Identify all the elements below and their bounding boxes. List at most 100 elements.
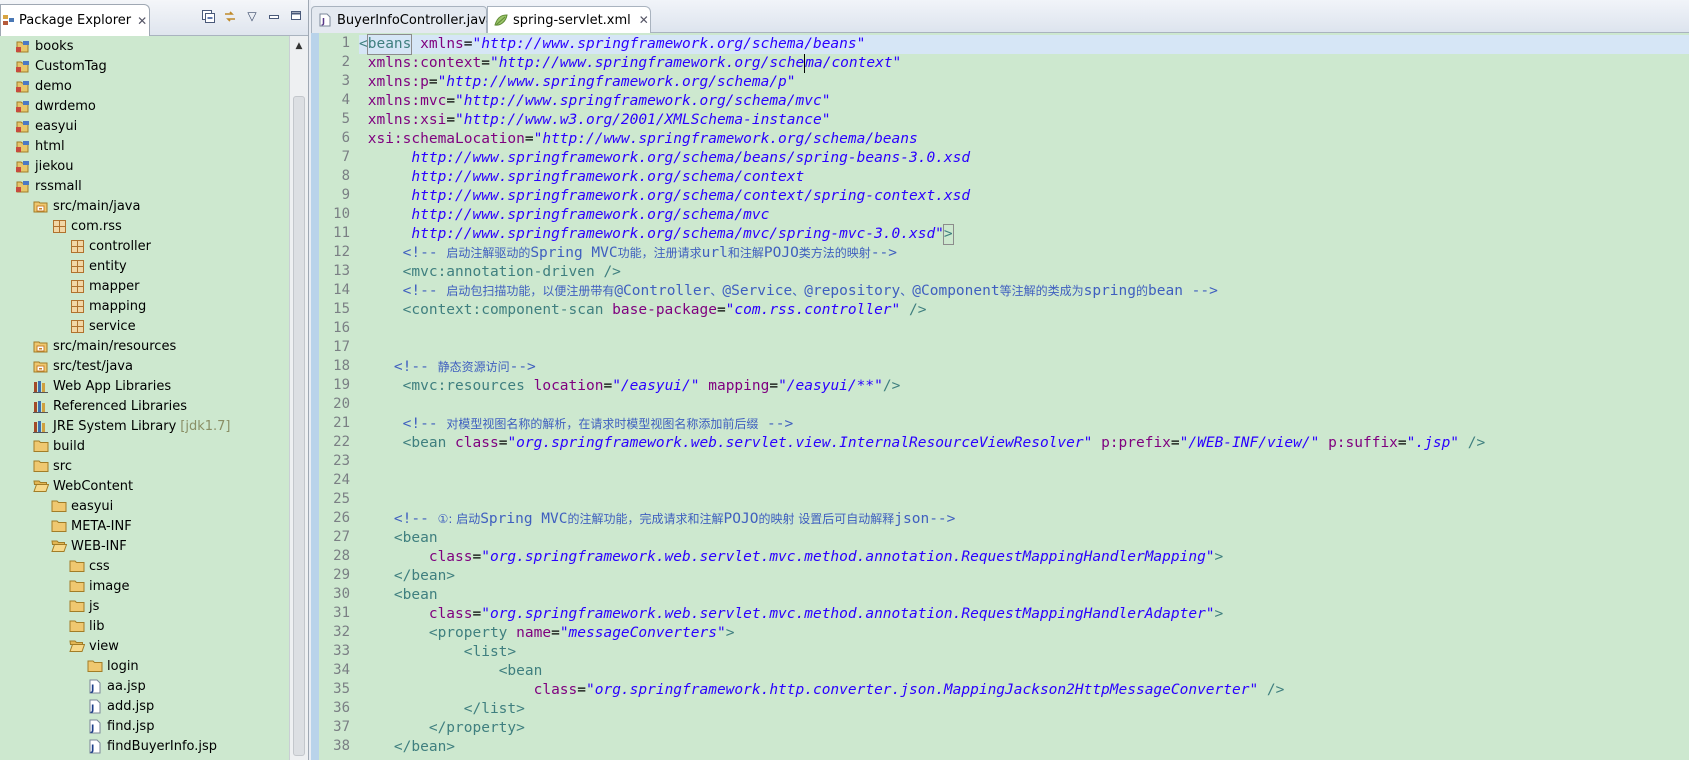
code-line: <list>	[359, 643, 1689, 662]
tree-item[interactable]: src/test/java	[0, 356, 289, 376]
tree-item[interactable]: entity	[0, 256, 289, 276]
tree-item[interactable]: controller	[0, 236, 289, 256]
folder-icon	[50, 498, 68, 514]
tree-item[interactable]: css	[0, 556, 289, 576]
xml-file-icon	[494, 13, 508, 27]
code-token: @repository	[804, 283, 901, 299]
code-line: xsi:schemaLocation = "http://www.springfra…	[359, 130, 1689, 149]
code-token: @Controller	[614, 283, 711, 299]
package-explorer-icon	[3, 14, 15, 27]
tree-item-label: src/test/java	[53, 358, 133, 374]
code-token: 启动包扫描功能，以便注册带有	[446, 284, 615, 298]
tab-buyerinfocontroller[interactable]: J BuyerInfoController.java	[311, 6, 494, 33]
tree-item[interactable]: JfindBuyerInfo.jsp	[0, 736, 289, 756]
tree-item[interactable]: dwrdemo	[0, 96, 289, 116]
tree-item[interactable]: easyui	[0, 496, 289, 516]
collapse-all-icon[interactable]	[200, 8, 216, 24]
code-line: <bean	[359, 662, 1689, 681]
view-menu-icon[interactable]: ▽	[244, 8, 260, 24]
maximize-icon[interactable]	[288, 8, 304, 24]
tree-item[interactable]: lib	[0, 616, 289, 636]
tree-item[interactable]: js	[0, 596, 289, 616]
minimize-icon[interactable]	[266, 8, 282, 24]
code-token: beans	[366, 34, 413, 55]
folder-icon	[32, 458, 50, 474]
code-line: <!-- 启动包扫描功能，以便注册带有 @Controller、 @Service、…	[359, 282, 1689, 301]
tree-item-label: add.jsp	[107, 698, 155, 714]
folder-open-icon	[68, 638, 86, 654]
tree-item[interactable]: src/main/java	[0, 196, 289, 216]
tree-item[interactable]: CustomTag	[0, 56, 289, 76]
code-line: class = "org.springframework.web.servlet.m…	[359, 548, 1689, 567]
tree-item[interactable]: WebContent	[0, 476, 289, 496]
package-icon	[50, 218, 68, 234]
tree-item[interactable]: easyui	[0, 116, 289, 136]
line-number: 12	[333, 244, 350, 260]
code-token: =	[428, 74, 438, 90]
line-number: 4	[341, 92, 350, 108]
tab-spring-servlet[interactable]: spring-servlet.xml ✕	[487, 6, 651, 33]
tree-item[interactable]: src/main/resources	[0, 336, 289, 356]
code-line: <bean	[359, 586, 1689, 605]
code-token: p:prefix	[1101, 435, 1171, 451]
tree-item[interactable]: image	[0, 576, 289, 596]
line-number: 36	[333, 700, 350, 716]
code-token: "org.springframework.http.converter.json…	[586, 682, 1259, 698]
code-line: <bean class = "org.springframework.web.ser…	[359, 434, 1689, 453]
scrollbar-thumb[interactable]	[293, 96, 305, 756]
tree-item[interactable]: mapping	[0, 296, 289, 316]
tree-item[interactable]: html	[0, 136, 289, 156]
tree-item[interactable]: jiekou	[0, 156, 289, 176]
code-line: <mvc:annotation-driven />	[359, 263, 1689, 282]
line-number: 9	[341, 187, 350, 203]
tree-item[interactable]: META-INF	[0, 516, 289, 536]
code-token: p:suffix	[1328, 435, 1398, 451]
tree-item-label: service	[89, 318, 136, 334]
link-with-editor-icon[interactable]	[222, 8, 238, 24]
code-line: http://www.springframework.org/schema/co…	[359, 187, 1689, 206]
tree-item[interactable]: mapper	[0, 276, 289, 296]
tree-item[interactable]: com.rss	[0, 216, 289, 236]
code-token: xmlns:p	[367, 74, 429, 90]
tree-item[interactable]: Jfind.jsp	[0, 716, 289, 736]
code-token: Spring MVC	[480, 511, 568, 527]
code-token: class	[533, 682, 578, 698]
package-explorer-tab[interactable]: Package Explorer ✕	[0, 4, 150, 36]
code-token: 的映射 设置后可自动解释	[758, 512, 895, 526]
tree-item-label: Web App Libraries	[53, 378, 172, 394]
tree-scrollbar[interactable]: ▲	[289, 36, 308, 760]
close-icon[interactable]: ✕	[639, 13, 649, 27]
tree-item[interactable]: src	[0, 456, 289, 476]
code-token: </bean>	[393, 739, 456, 755]
folder-icon	[32, 438, 50, 454]
tree-item[interactable]: view	[0, 636, 289, 656]
tree-item[interactable]: Web App Libraries	[0, 376, 289, 396]
close-icon[interactable]: ✕	[137, 14, 147, 28]
code-line: http://www.springframework.org/schema/mv…	[359, 224, 1689, 245]
scroll-up-arrow-icon[interactable]: ▲	[290, 36, 308, 56]
tree-item[interactable]: build	[0, 436, 289, 456]
xml-source-editor[interactable]: 1 2 3 4 5 6 7 8 9 10 11 12 13 14 15 16 17 18 19 20 21 22 23 24 2…	[311, 33, 1689, 760]
tree-item[interactable]: Jaa.jsp	[0, 676, 289, 696]
jsp-file-icon: J	[86, 738, 104, 754]
code-token: <bean	[498, 663, 543, 679]
tree-item[interactable]: JRE System Library [jdk1.7]	[0, 416, 289, 436]
tree-item[interactable]: demo	[0, 76, 289, 96]
tree-item[interactable]: books	[0, 36, 289, 56]
code-token: <!--	[393, 511, 438, 527]
tree-item[interactable]: Referenced Libraries	[0, 396, 289, 416]
tree-item[interactable]: WEB-INF	[0, 536, 289, 556]
tree-item[interactable]: service	[0, 316, 289, 336]
tree-item[interactable]: Jadd.jsp	[0, 696, 289, 716]
tree-item[interactable]: login	[0, 656, 289, 676]
code-token: http://www.springframework.org/schema/co…	[411, 169, 805, 185]
tree-item[interactable]: rssmall	[0, 176, 289, 196]
